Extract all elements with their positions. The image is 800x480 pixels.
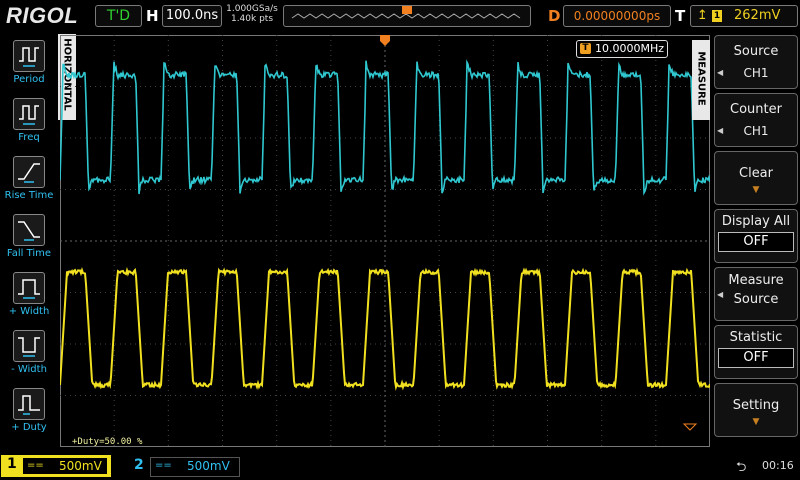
top-status-bar: RIGOL T'D H 100.0ns 1.000GSa/s 1.40k pts… [0, 0, 800, 32]
measure-label: + Duty [3, 422, 55, 433]
measure-period-button[interactable]: Period [3, 40, 55, 85]
rise-time-icon [13, 156, 45, 188]
measure-positive-width-button[interactable]: + Width [3, 272, 55, 317]
negative-width-icon [13, 330, 45, 362]
statistic-softkey[interactable]: Statistic OFF [714, 325, 798, 379]
softkey-title: Setting [715, 398, 797, 413]
softkey-title-line1: Measure [715, 273, 797, 288]
statistic-value: OFF [718, 348, 794, 368]
measure-label: Rise Time [3, 190, 55, 201]
measure-freq-button[interactable]: Freq [3, 98, 55, 143]
source-value: CH1 [715, 66, 797, 80]
clear-softkey[interactable]: Clear ▼ [714, 151, 798, 205]
channel-2-number[interactable]: 2 [134, 457, 144, 473]
memory-position-bar[interactable] [283, 5, 531, 27]
softkey-title-line2: Source [715, 292, 797, 307]
positive-duty-icon [13, 388, 45, 420]
measure-label: Freq [3, 132, 55, 143]
trigger-label: T [675, 7, 685, 25]
channel-1-waveform [60, 270, 710, 387]
duty-measurement-readout: +Duty=50.00 % [72, 437, 142, 447]
delay-label: D [548, 7, 560, 25]
measure-softkey-menu: Source ◀ CH1 Counter ◀ CH1 Clear ▼ Displ… [712, 32, 800, 450]
trigger-position-marker-icon [402, 6, 412, 14]
frequency-icon [13, 98, 45, 130]
rising-edge-icon: ↥ [697, 6, 708, 26]
usb-icon: ⮌ [736, 458, 746, 480]
display-all-value: OFF [718, 232, 794, 252]
trigger-level-marker-icon [684, 424, 696, 430]
system-clock: 00:16 [762, 459, 794, 472]
timebase-value[interactable]: 100.0ns [162, 5, 222, 27]
channel-1-settings: == 500mV [23, 458, 107, 474]
measure-negative-width-button[interactable]: - Width [3, 330, 55, 375]
memory-depth: 1.40k pts [226, 14, 278, 24]
memory-waveform-preview [284, 6, 530, 26]
positive-width-icon [13, 272, 45, 304]
counter-softkey[interactable]: Counter ◀ CH1 [714, 93, 798, 147]
run-status-indicator[interactable]: T'D [95, 5, 142, 27]
softkey-title: Clear [715, 166, 797, 181]
measure-positive-duty-button[interactable]: + Duty [3, 388, 55, 433]
source-softkey[interactable]: Source ◀ CH1 [714, 35, 798, 89]
measure-tab-label: MEASURE [696, 38, 707, 120]
trigger-source-badge: 1 [712, 10, 722, 22]
measure-fall-time-button[interactable]: Fall Time [3, 214, 55, 259]
channel-1-scale: 500mV [59, 458, 102, 474]
trigger-counter-badge: T [580, 43, 591, 54]
channel-2-scale: 500mV [187, 458, 230, 474]
left-arrow-icon: ◀ [717, 126, 723, 135]
rigol-logo: RIGOL [6, 3, 78, 29]
softkey-title: Statistic [715, 330, 797, 345]
trigger-settings[interactable]: ↥ 1 262mV [690, 5, 798, 27]
trigger-level: 262mV [734, 6, 780, 26]
sample-rate: 1.000GSa/s [226, 4, 278, 14]
down-arrow-icon: ▼ [715, 186, 797, 195]
frequency-value: 10.0000MHz [595, 41, 664, 57]
measure-tab[interactable]: MEASURE [692, 40, 710, 120]
dc-coupling-icon: == [27, 458, 44, 474]
measure-label: Period [3, 74, 55, 85]
left-arrow-icon: ◀ [717, 68, 723, 77]
channel-1-indicator[interactable]: 1 == 500mV [1, 455, 111, 477]
left-arrow-icon: ◀ [717, 290, 723, 299]
delay-value[interactable]: 0.00000000ps [563, 5, 671, 27]
measure-label: Fall Time [3, 248, 55, 259]
dc-coupling-icon: == [155, 458, 172, 474]
softkey-title: Source [715, 44, 797, 59]
softkey-title: Counter [715, 102, 797, 117]
fall-time-icon [13, 214, 45, 246]
left-measurement-panel: Period Freq Rise Time Fall Time + Width … [0, 32, 58, 450]
bottom-channel-bar [0, 452, 800, 480]
acquisition-info: 1.000GSa/s 1.40k pts [226, 4, 278, 24]
measure-label: + Width [3, 306, 55, 317]
measure-rise-time-button[interactable]: Rise Time [3, 156, 55, 201]
waveform-svg [60, 35, 710, 447]
period-icon [13, 40, 45, 72]
horizontal-label: H [146, 7, 159, 25]
softkey-title: Display All [715, 214, 797, 229]
measure-source-softkey[interactable]: Measure ◀ Source [714, 267, 798, 321]
down-arrow-icon: ▼ [715, 418, 797, 427]
counter-value: CH1 [715, 124, 797, 138]
frequency-counter-readout: T 10.0000MHz [576, 40, 668, 58]
waveform-display[interactable] [60, 35, 710, 447]
measure-label: - Width [3, 364, 55, 375]
display-all-softkey[interactable]: Display All OFF [714, 209, 798, 263]
trigger-position-icon [380, 35, 390, 46]
channel-2-settings[interactable]: == 500mV [150, 457, 240, 477]
channel-1-number: 1 [7, 456, 17, 472]
setting-softkey[interactable]: Setting ▼ [714, 383, 798, 437]
